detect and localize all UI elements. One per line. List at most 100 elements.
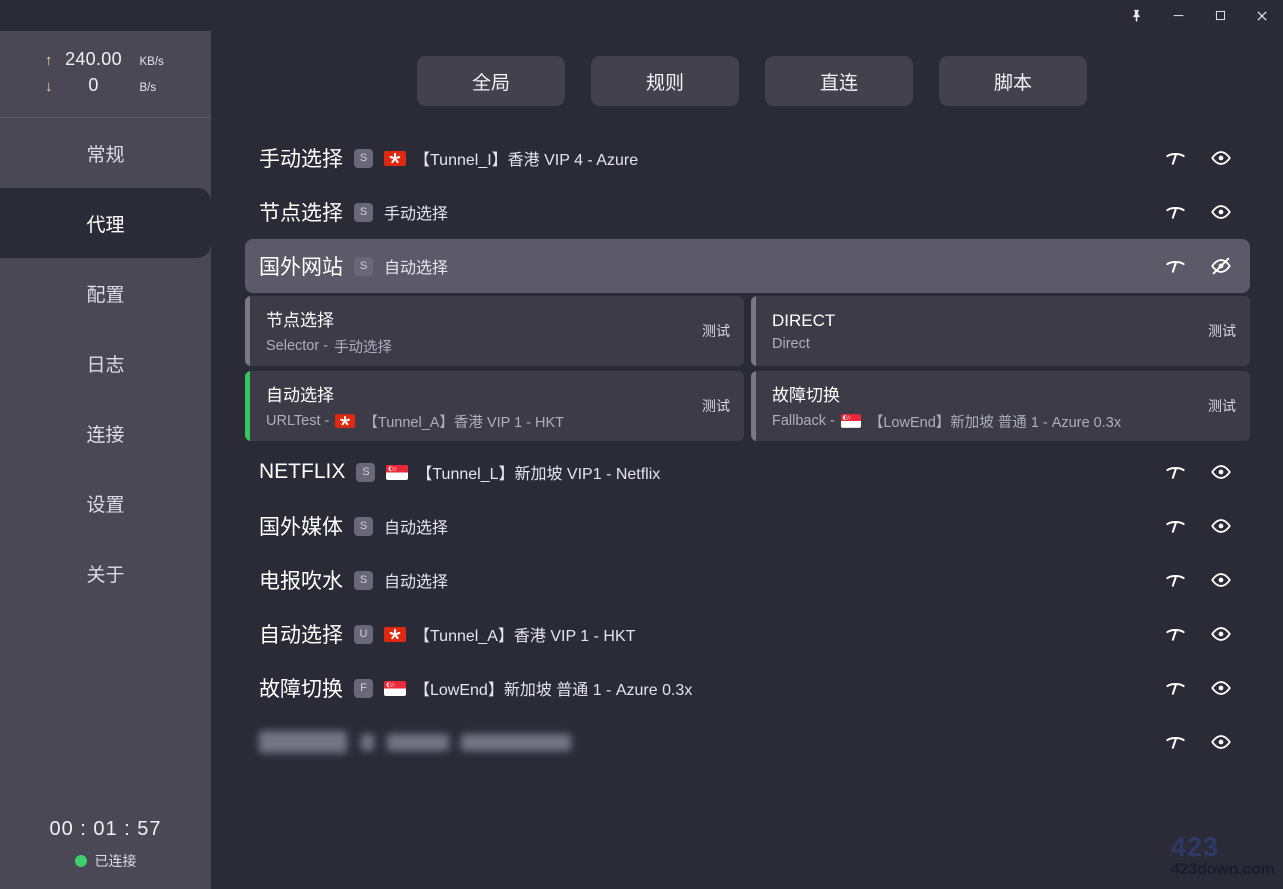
group-selection-label: 手动选择 xyxy=(384,206,449,223)
minimize-button[interactable] xyxy=(1157,0,1199,31)
close-button[interactable] xyxy=(1241,0,1283,31)
download-speed-unit: B/s xyxy=(139,82,157,94)
speed-test-icon[interactable] xyxy=(1162,567,1188,593)
eye-icon[interactable] xyxy=(1208,513,1234,539)
speed-test-icon[interactable] xyxy=(1162,621,1188,647)
group-type-badge: F xyxy=(354,678,373,698)
proxy-group-row-redacted[interactable] xyxy=(245,715,1250,769)
group-type-badge: S xyxy=(354,202,373,222)
node-subtitle: Fallback - 【LowEnd】新加坡 普通 1 - Azure 0.3x xyxy=(772,411,1194,432)
node-subtitle: Direct xyxy=(772,336,1194,352)
node-title: 自动选择 xyxy=(266,385,334,405)
maximize-button[interactable] xyxy=(1199,0,1241,31)
proxy-group-row[interactable]: 电报吹水 S 自动选择 xyxy=(245,553,1250,607)
mode-button-direct[interactable]: 直连 xyxy=(765,56,913,106)
mode-button-rule[interactable]: 规则 xyxy=(591,56,739,106)
node-card-body: 自动选择 URLTest - 【Tunnel_A】香港 VIP 1 - HKT … xyxy=(250,371,744,441)
sidebar: ↑ 240.00 KB/s ↓ 0 B/s 常规 代理 配置 日志 连接 设置 … xyxy=(0,31,211,889)
group-selection: 【LowEnd】新加坡 普通 1 - Azure 0.3x xyxy=(384,676,692,700)
group-name: 手动选择 xyxy=(259,148,343,171)
close-icon xyxy=(1257,10,1267,21)
proxy-group-row[interactable]: 自动选择 U 【Tunnel_A】香港 VIP 1 - HKT xyxy=(245,607,1250,661)
flag-hk-icon xyxy=(335,413,357,429)
node-card[interactable]: 节点选择 Selector - 手动选择 测试 xyxy=(245,296,744,366)
group-selection-label: 【Tunnel_L】新加坡 VIP1 - Netflix xyxy=(416,466,661,483)
node-subtitle-prefix: Direct xyxy=(772,335,810,352)
proxy-group-row[interactable]: 节点选择 S 手动选择 xyxy=(245,185,1250,239)
proxy-group-list: 手动选择 S 【Tunnel_I】香港 VIP 4 - Azure 节点选择 S… xyxy=(211,131,1283,889)
group-selection-label: 自动选择 xyxy=(384,260,449,277)
sidebar-item-about[interactable]: 关于 xyxy=(0,538,211,608)
proxy-group-row[interactable]: NETFLIX S 【Tunnel_L】新加坡 VIP1 - Netflix xyxy=(245,445,1250,499)
sidebar-nav: 常规 代理 配置 日志 连接 设置 关于 xyxy=(0,118,211,608)
group-type-badge: S xyxy=(354,516,373,536)
eye-icon[interactable] xyxy=(1208,567,1234,593)
speed-test-icon[interactable] xyxy=(1162,459,1188,485)
pin-button[interactable] xyxy=(1115,0,1157,31)
sidebar-item-label: 配置 xyxy=(86,284,125,306)
group-actions xyxy=(1162,729,1234,755)
sidebar-item-proxy[interactable]: 代理 xyxy=(0,188,211,258)
pin-icon xyxy=(1132,9,1140,22)
app-window: ↑ 240.00 KB/s ↓ 0 B/s 常规 代理 配置 日志 连接 设置 … xyxy=(0,0,1283,889)
node-subtitle-value: 【Tunnel_A】香港 VIP 1 - HKT xyxy=(363,414,565,431)
eye-off-icon[interactable] xyxy=(1208,253,1234,279)
node-test-button[interactable]: 测试 xyxy=(1208,396,1236,416)
node-card-text: 自动选择 URLTest - 【Tunnel_A】香港 VIP 1 - HKT xyxy=(266,381,688,432)
node-test-button[interactable]: 测试 xyxy=(1208,321,1236,341)
mode-button-script[interactable]: 脚本 xyxy=(939,56,1087,106)
node-card-active[interactable]: 自动选择 URLTest - 【Tunnel_A】香港 VIP 1 - HKT … xyxy=(245,371,744,441)
group-actions xyxy=(1162,199,1234,225)
node-card-grid: 节点选择 Selector - 手动选择 测试 DIRECT Direct 测试… xyxy=(245,293,1250,445)
speed-test-icon[interactable] xyxy=(1162,513,1188,539)
mode-switcher: 全局 规则 直连 脚本 xyxy=(211,31,1283,131)
group-selection: 自动选择 xyxy=(384,514,448,538)
mode-button-global[interactable]: 全局 xyxy=(417,56,565,106)
node-card-body: DIRECT Direct 测试 xyxy=(756,296,1250,366)
group-selection-label: 【Tunnel_A】香港 VIP 1 - HKT xyxy=(414,628,636,645)
sidebar-item-general[interactable]: 常规 xyxy=(0,118,211,188)
sidebar-item-label: 常规 xyxy=(86,144,125,166)
node-subtitle: URLTest - 【Tunnel_A】香港 VIP 1 - HKT xyxy=(266,411,688,432)
eye-icon[interactable] xyxy=(1208,621,1234,647)
proxy-group-row[interactable]: 手动选择 S 【Tunnel_I】香港 VIP 4 - Azure xyxy=(245,131,1250,185)
node-card-text: DIRECT Direct xyxy=(772,311,1194,352)
group-name: 国外媒体 xyxy=(259,516,343,539)
sidebar-item-profiles[interactable]: 配置 xyxy=(0,258,211,328)
eye-icon[interactable] xyxy=(1208,729,1234,755)
sidebar-item-label: 连接 xyxy=(86,424,125,446)
eye-icon[interactable] xyxy=(1208,145,1234,171)
eye-icon[interactable] xyxy=(1208,459,1234,485)
eye-icon[interactable] xyxy=(1208,675,1234,701)
group-actions xyxy=(1162,567,1234,593)
sidebar-item-label: 关于 xyxy=(86,564,125,586)
speed-test-icon[interactable] xyxy=(1162,145,1188,171)
proxy-group-row-expanded[interactable]: 国外网站 S 自动选择 xyxy=(245,239,1250,293)
main-panel: 全局 规则 直连 脚本 手动选择 S 【Tunnel_I】香港 VIP 4 - … xyxy=(211,31,1283,889)
status-badge: 已连接 xyxy=(94,853,137,869)
flag-hk-icon xyxy=(384,626,406,642)
speed-test-icon[interactable] xyxy=(1162,199,1188,225)
node-card[interactable]: DIRECT Direct 测试 xyxy=(751,296,1250,366)
group-type-badge: U xyxy=(354,624,373,644)
node-test-button[interactable]: 测试 xyxy=(702,396,730,416)
speed-test-icon[interactable] xyxy=(1162,253,1188,279)
group-selection-label: 自动选择 xyxy=(384,520,449,537)
group-actions xyxy=(1162,253,1234,279)
body: ↑ 240.00 KB/s ↓ 0 B/s 常规 代理 配置 日志 连接 设置 … xyxy=(0,31,1283,889)
sidebar-item-connections[interactable]: 连接 xyxy=(0,398,211,468)
node-test-button[interactable]: 测试 xyxy=(702,321,730,341)
eye-icon[interactable] xyxy=(1208,199,1234,225)
proxy-group-row[interactable]: 国外媒体 S 自动选择 xyxy=(245,499,1250,553)
speed-test-icon[interactable] xyxy=(1162,729,1188,755)
sidebar-item-settings[interactable]: 设置 xyxy=(0,468,211,538)
node-title: 节点选择 xyxy=(266,310,334,330)
group-selection-label: 【Tunnel_I】香港 VIP 4 - Azure xyxy=(414,152,639,169)
proxy-group-row[interactable]: 故障切换 F 【LowEnd】新加坡 普通 1 - Azure 0.3x xyxy=(245,661,1250,715)
sidebar-item-logs[interactable]: 日志 xyxy=(0,328,211,398)
node-card[interactable]: 故障切换 Fallback - 【LowEnd】新加坡 普通 1 - Azure… xyxy=(751,371,1250,441)
sidebar-item-label: 设置 xyxy=(86,494,125,516)
node-card-text: 故障切换 Fallback - 【LowEnd】新加坡 普通 1 - Azure… xyxy=(772,381,1194,432)
speed-test-icon[interactable] xyxy=(1162,675,1188,701)
redacted-group-selection-a xyxy=(387,733,449,751)
